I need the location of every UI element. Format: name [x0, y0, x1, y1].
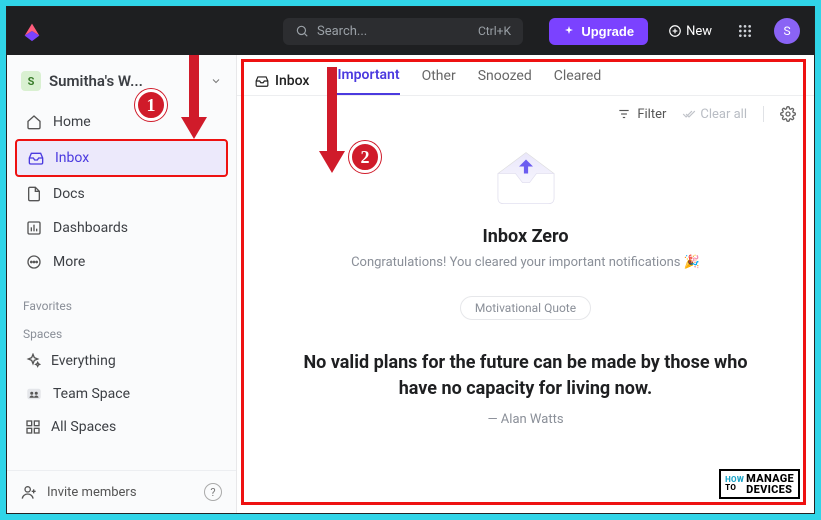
favorites-header[interactable]: Favorites: [7, 289, 236, 317]
space-all[interactable]: All Spaces: [15, 411, 228, 443]
avatar-initial: S: [783, 24, 790, 38]
inbox-icon: [27, 149, 45, 167]
annotation-badge-2: 2: [349, 141, 381, 173]
space-team[interactable]: Team Space: [15, 377, 228, 411]
search-icon: [295, 24, 309, 38]
upgrade-button[interactable]: Upgrade: [549, 18, 648, 45]
watermark: HOWTO MANAGEDEVICES: [719, 469, 800, 499]
space-everything[interactable]: Everything: [15, 345, 228, 377]
invite-members[interactable]: Invite members ?: [7, 470, 236, 513]
workspace-badge: S: [21, 71, 41, 91]
annotation-badge-1: 1: [135, 89, 167, 121]
invite-label: Invite members: [47, 485, 137, 500]
nav-dashboards[interactable]: Dashboards: [15, 211, 228, 245]
clickup-logo: [21, 20, 43, 42]
nav-docs[interactable]: Docs: [15, 177, 228, 211]
annotation-2-number: 2: [361, 147, 370, 168]
annotation-arrow-2: [317, 67, 347, 175]
wm-devices: DEVICES: [746, 484, 794, 495]
annotation-arrow-1: [179, 55, 209, 141]
nav-dashboards-label: Dashboards: [53, 220, 128, 236]
docs-icon: [25, 185, 43, 203]
dashboards-icon: [25, 219, 43, 237]
plus-circle-icon: [668, 24, 682, 38]
space-team-label: Team Space: [53, 386, 130, 402]
sparkle-icon: [563, 25, 575, 37]
space-everything-label: Everything: [51, 353, 116, 369]
search-bar[interactable]: Search... Ctrl+K: [283, 18, 523, 45]
search-shortcut: Ctrl+K: [478, 24, 511, 38]
apps-grid-icon[interactable]: [732, 18, 758, 44]
more-icon: [25, 253, 43, 271]
nav-more-label: More: [53, 254, 85, 270]
all-spaces-icon: [25, 419, 41, 435]
new-button[interactable]: New: [658, 18, 722, 45]
workspace-badge-letter: S: [28, 75, 35, 88]
spaces-header[interactable]: Spaces: [7, 317, 236, 345]
nav-home-label: Home: [53, 114, 91, 130]
space-all-label: All Spaces: [51, 419, 116, 435]
search-placeholder: Search...: [317, 24, 367, 39]
invite-icon: [21, 484, 37, 500]
chevron-down-icon: [210, 75, 222, 87]
upgrade-label: Upgrade: [581, 24, 634, 39]
everything-icon: [25, 353, 41, 369]
app-header: Search... Ctrl+K Upgrade New S: [7, 7, 814, 55]
home-icon: [25, 113, 43, 131]
nav-inbox[interactable]: Inbox: [15, 139, 228, 177]
nav-more[interactable]: More: [15, 245, 228, 279]
nav-inbox-label: Inbox: [55, 150, 89, 166]
annotation-1-number: 1: [147, 95, 156, 116]
wm-to: TO: [725, 484, 744, 492]
user-avatar[interactable]: S: [774, 18, 800, 44]
nav-docs-label: Docs: [53, 186, 85, 202]
new-label: New: [686, 24, 712, 39]
help-icon[interactable]: ?: [204, 483, 222, 501]
team-space-icon: [25, 385, 43, 403]
